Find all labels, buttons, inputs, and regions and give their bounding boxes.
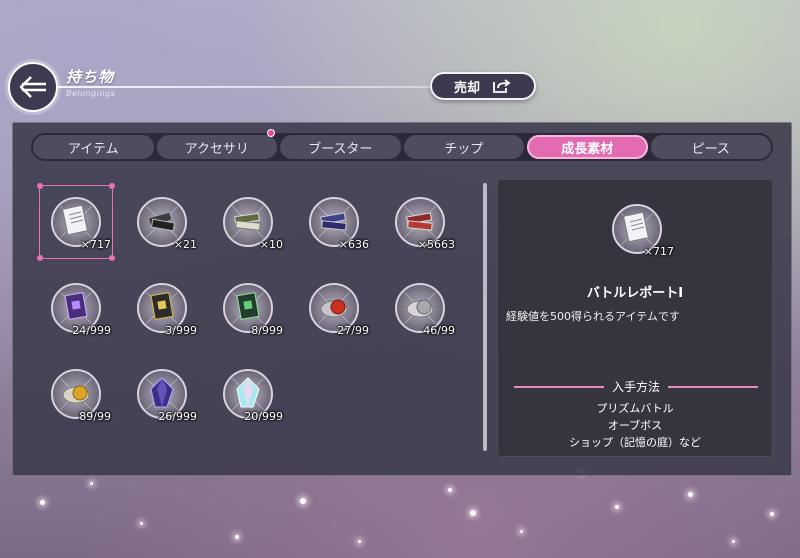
export-icon (493, 79, 511, 93)
title-underline (56, 86, 436, 88)
detail-item-preview: ×717 (610, 202, 674, 258)
item-cell[interactable]: ×10 (213, 187, 283, 257)
silver-capsule-icon (406, 299, 434, 318)
green-tome-icon (236, 292, 260, 320)
gold-tome-icon (150, 292, 174, 320)
tab-pieces[interactable]: ピース (650, 135, 771, 159)
item-count: 27/99 (337, 324, 369, 337)
page-title-group: 持ち物 Belongings (66, 66, 115, 98)
item-count: 89/99 (79, 410, 111, 423)
item-cell[interactable]: 27/99 (299, 273, 369, 343)
item-cell[interactable]: 20/999 (213, 359, 283, 429)
item-cell[interactable]: ×636 (299, 187, 369, 257)
black-books-icon (147, 211, 176, 232)
acquisition-item: プリズムバトル (596, 402, 674, 415)
item-count: ×21 (173, 238, 197, 251)
item-cell[interactable]: ×21 (127, 187, 197, 257)
purple-crystal-icon (150, 377, 174, 408)
category-tab-bar: アイテム アクセサリ ブースター チップ 成長素材 ピース (31, 129, 773, 161)
tab-boosters[interactable]: ブースター (280, 135, 401, 159)
tab-label: 成長素材 (561, 141, 614, 157)
divider (668, 385, 759, 388)
detail-item-name: バトルレポートⅠ (586, 286, 684, 301)
item-cell[interactable]: 3/999 (127, 273, 197, 343)
item-cell[interactable]: 89/99 (41, 359, 111, 429)
blue-books-icon (320, 212, 347, 231)
tab-items[interactable]: アイテム (33, 135, 154, 159)
acquisition-item: ショップ（記憶の庭）など (569, 436, 701, 449)
item-grid-scrollbar[interactable] (483, 183, 487, 451)
back-arrow-icon (19, 76, 46, 98)
detail-item-count: ×717 (643, 245, 674, 258)
acquisition-heading: 入手方法 (514, 378, 759, 395)
item-cell[interactable]: 26/999 (127, 359, 197, 429)
item-cell[interactable]: 24/999 (41, 273, 111, 343)
item-count: ×636 (338, 238, 369, 251)
item-cell[interactable]: ×5663 (385, 187, 455, 257)
selection-frame (37, 183, 115, 261)
tab-label: ブースター (308, 141, 373, 157)
page-title: 持ち物 (66, 68, 115, 86)
battle-report-icon (622, 211, 650, 243)
item-grid: ×717 ×21 ×10 ×636 ×5663 24/999 3/999 8/9… (37, 183, 481, 467)
purple-tome-icon (64, 292, 88, 320)
back-button[interactable] (8, 62, 58, 112)
divider (514, 385, 604, 388)
sell-button[interactable]: 売却 (430, 72, 536, 100)
item-count: 24/999 (72, 324, 111, 337)
red-books-icon (406, 212, 433, 231)
tab-label: アクセサリ (184, 141, 249, 157)
tab-label: アイテム (67, 141, 119, 157)
tab-label: チップ (444, 141, 484, 157)
red-capsule-icon (320, 299, 348, 318)
item-count: 20/999 (244, 410, 283, 423)
item-cell-battle-report[interactable]: ×717 (37, 183, 115, 261)
tab-label: ピース (691, 141, 730, 157)
tab-accessories[interactable]: アクセサリ (156, 129, 277, 159)
inventory-panel: アイテム アクセサリ ブースター チップ 成長素材 ピース ×717 ×21 ×… (12, 122, 792, 476)
item-count: 3/999 (165, 324, 197, 337)
tab-growth-materials[interactable]: 成長素材 (527, 135, 648, 159)
green-books-icon (234, 212, 261, 231)
item-cell[interactable]: 8/999 (213, 273, 283, 343)
tab-chips[interactable]: チップ (403, 135, 524, 159)
acquisition-list: プリズムバトル オーブボス ショップ（記憶の庭）など (498, 400, 772, 451)
item-detail-panel: ×717 バトルレポートⅠ 経験値を500得られるアイテムです 入手方法 プリズ… (497, 179, 773, 457)
item-count: 46/99 (423, 324, 455, 337)
item-count: ×10 (259, 238, 283, 251)
sell-button-label: 売却 (453, 80, 480, 96)
gold-capsule-icon (62, 385, 90, 404)
page-subtitle: Belongings (66, 89, 116, 98)
detail-item-description: 経験値を500得られるアイテムです (506, 310, 680, 323)
item-cell[interactable]: 46/99 (385, 273, 455, 343)
notification-dot (267, 129, 275, 137)
acquisition-item: オーブボス (607, 419, 663, 432)
item-count: 8/999 (251, 324, 283, 337)
rainbow-crystal-icon (236, 377, 260, 408)
acquisition-heading-label: 入手方法 (612, 380, 661, 394)
item-count: 26/999 (158, 410, 197, 423)
item-count: ×5663 (417, 238, 455, 251)
